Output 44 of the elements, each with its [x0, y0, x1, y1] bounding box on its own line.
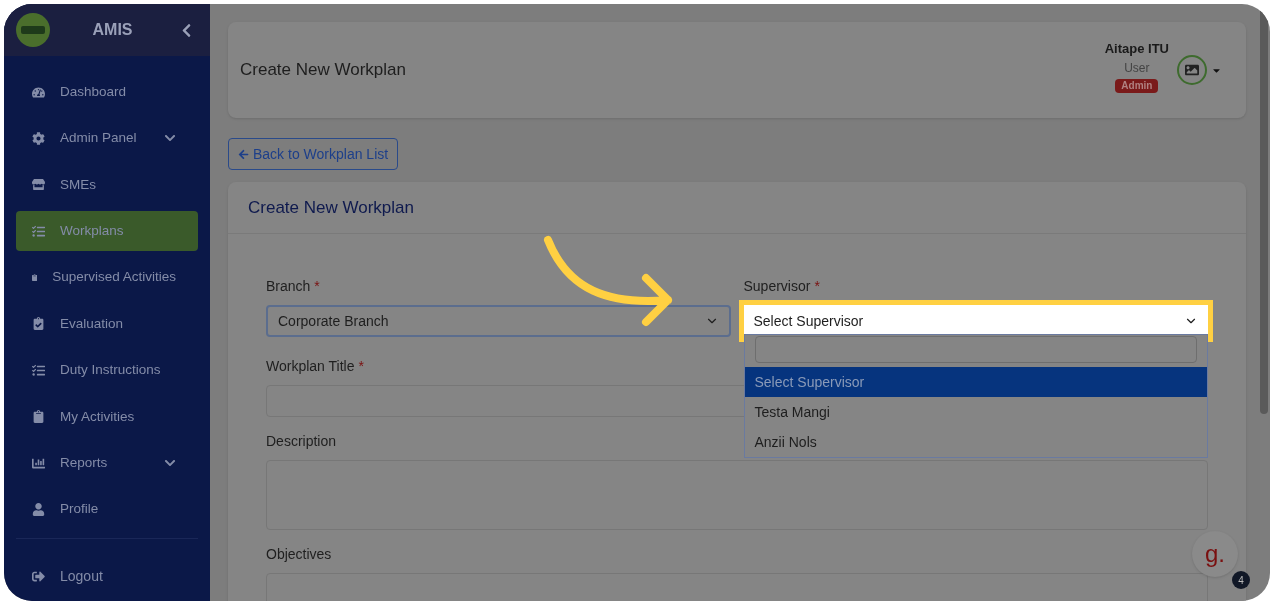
- user-role: User: [1124, 59, 1150, 77]
- sidebar-item[interactable]: Reports: [16, 443, 198, 484]
- sidebar-item[interactable]: Dashboard: [16, 72, 198, 112]
- sidebar-item[interactable]: SMEs: [16, 164, 198, 205]
- required-mark: *: [314, 277, 320, 296]
- clipboard-check-icon: [32, 317, 45, 331]
- user-name: Aitape ITU: [1104, 40, 1169, 59]
- avatar-image-icon: [1177, 55, 1207, 85]
- gear-icon: [32, 131, 45, 145]
- sidebar-item[interactable]: Evaluation: [16, 303, 198, 344]
- store-icon: [32, 178, 45, 192]
- field-label: Branch: [266, 277, 311, 296]
- logout-item[interactable]: Logout: [16, 556, 198, 597]
- sidebar-item[interactable]: Duty Instructions: [16, 350, 198, 391]
- field-label: Supervisor: [743, 277, 811, 296]
- arrow-left-icon: [238, 148, 249, 160]
- sidebar-item[interactable]: Admin Panel: [16, 118, 198, 159]
- logo-icon: [16, 13, 50, 47]
- field-label: Objectives: [266, 545, 332, 564]
- checklist-icon: [32, 224, 45, 238]
- dropdown-option[interactable]: Testa Mangi: [744, 397, 1207, 427]
- checklist-icon: [32, 363, 45, 377]
- role-badge: Admin: [1115, 78, 1159, 93]
- branch-select[interactable]: Corporate Branch: [266, 305, 731, 337]
- logout-icon: [32, 570, 45, 583]
- notification-count: 4: [1232, 571, 1250, 589]
- required-mark: *: [358, 357, 364, 376]
- field-label: Description: [266, 432, 337, 451]
- brand-name: AMIS: [91, 20, 134, 40]
- required-mark: *: [814, 277, 820, 296]
- page-title: Create New Workplan: [240, 59, 407, 82]
- form-title: Create New Workplan: [248, 196, 414, 219]
- field-label: Workplan Title: [266, 357, 355, 376]
- gauge-icon: [32, 85, 45, 99]
- avatar-button[interactable]: [1177, 55, 1222, 85]
- dropdown-option[interactable]: Anzii Nols: [744, 427, 1207, 457]
- sidebar-item[interactable]: My Activities: [16, 396, 198, 437]
- sidebar-item[interactable]: Profile: [16, 489, 198, 530]
- chart-icon: [32, 456, 45, 470]
- user-icon: [32, 503, 45, 516]
- clipboard-icon: [32, 410, 45, 424]
- sidebar-item[interactable]: Supervised Activities: [16, 257, 198, 298]
- search-field[interactable]: [754, 336, 1197, 363]
- dropdown-option[interactable]: Select Supervisor: [744, 367, 1207, 397]
